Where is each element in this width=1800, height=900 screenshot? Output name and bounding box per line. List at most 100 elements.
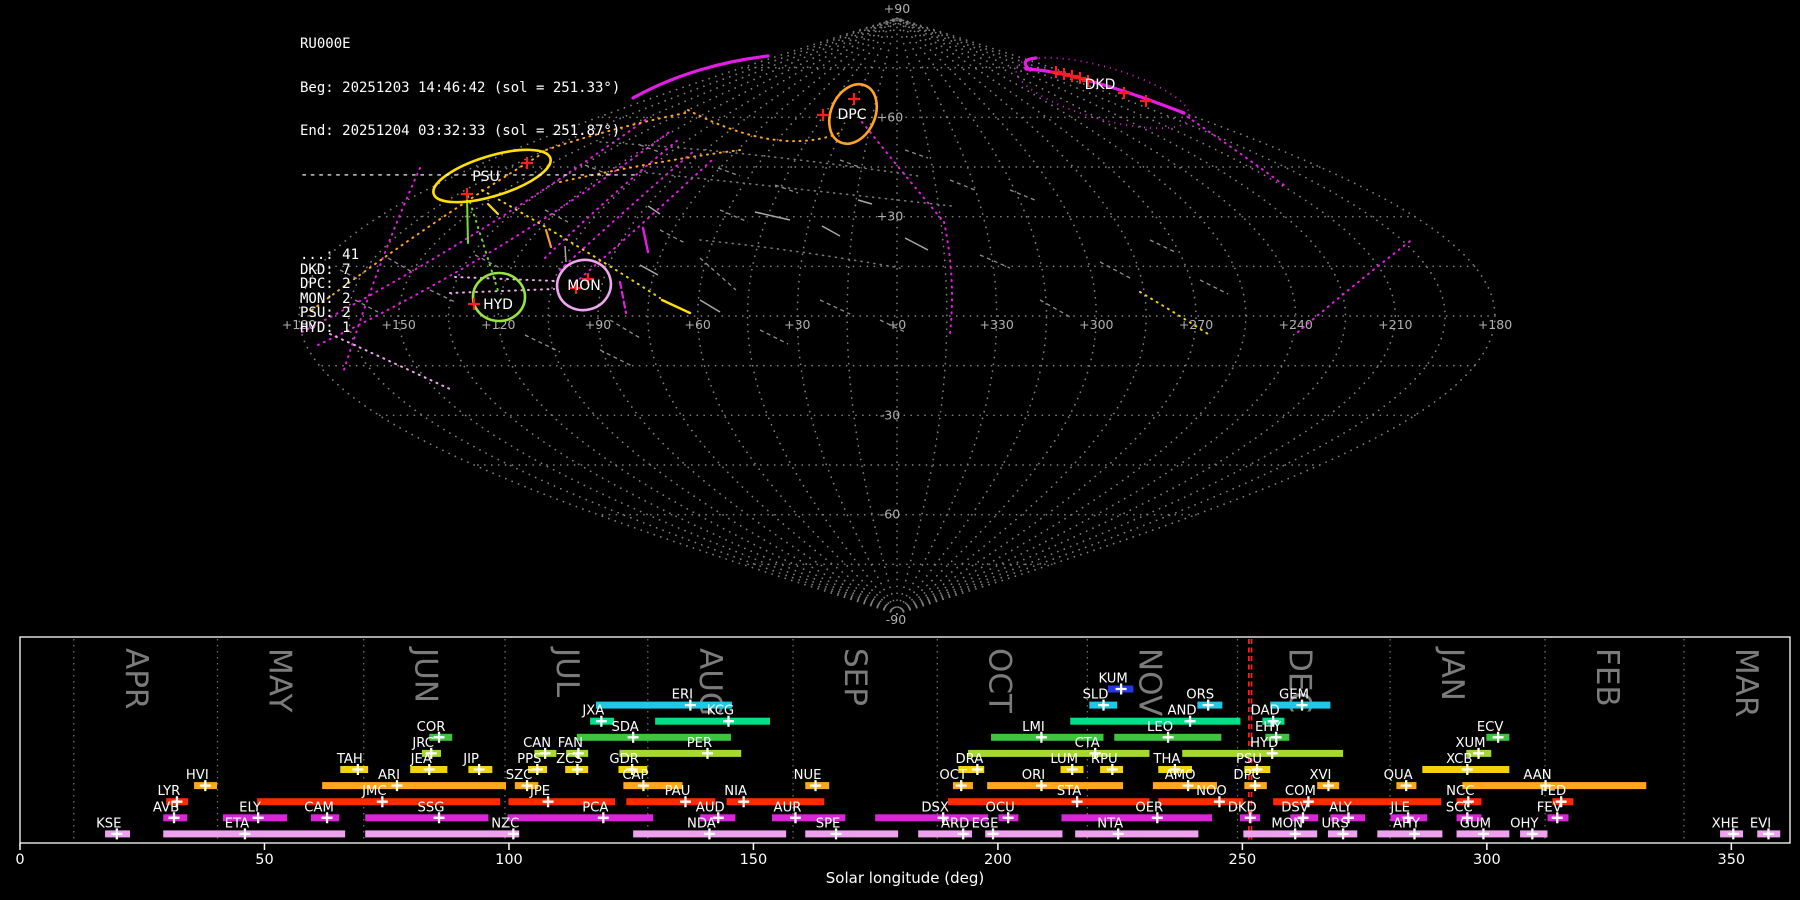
shower-code-label: JRC — [411, 736, 434, 751]
shower-code-label: DRA — [955, 752, 983, 767]
shower-code-label: DPC — [1233, 768, 1260, 783]
shower-code-label: SSG — [418, 800, 445, 815]
x-axis: 0 50 100 150 200 250 300 350 — [15, 843, 1745, 868]
shower-code-label: KSE — [96, 816, 121, 831]
shower-JIP: JIP — [462, 752, 493, 775]
shower-code-label: XVI — [1309, 768, 1331, 783]
shower-count-line: DKD: 7 — [300, 261, 351, 278]
month-label: MAR — [1728, 648, 1764, 718]
shower-code-label: URS — [1322, 816, 1349, 831]
shower-count-line: DPC: 2 — [300, 276, 351, 292]
shower-code-label: RPU — [1091, 752, 1118, 767]
svg-text:+300: +300 — [1079, 317, 1113, 332]
shower-code-label: OCU — [986, 800, 1015, 815]
shower-code-label: JXA — [581, 704, 604, 719]
radiant-label: DKD — [1085, 77, 1116, 93]
shower-code-label: GDR — [609, 752, 639, 767]
sky-map-and-timeline-canvas: +90-90+60+30-30-60+180 +150 +120 +90 +60 +30 +… — [15, 1, 1791, 868]
end-time-line: End: 20251204 03:32:33 (sol = 251.87°) — [300, 123, 621, 139]
shower-code-label: AND — [1168, 704, 1197, 719]
shower-code-label: AMO — [1165, 768, 1196, 783]
shower-code-label: LUM — [1050, 752, 1078, 767]
shower-code-label: NOO — [1196, 784, 1227, 799]
x-tick-label: 100 — [495, 852, 523, 868]
shower-DKD: DKD — [1228, 800, 1260, 824]
month-label: JAN — [1434, 646, 1470, 701]
shower-code-label: NZC — [491, 816, 519, 831]
month-label: FEB — [1589, 648, 1625, 707]
shower-code-label: SZC — [506, 768, 533, 783]
shower-code-label: CTA — [1075, 736, 1100, 751]
activity-bar — [805, 830, 899, 838]
info-panel: RU000E Beg: 20251203 14:46:42 (sol = 251… — [300, 8, 637, 364]
shower-code-label: LMI — [1022, 720, 1045, 735]
shower-code-label: CAM — [304, 800, 334, 815]
shower-code-label: QUA — [1384, 768, 1413, 783]
separator-line: ---------------------------------------- — [300, 166, 638, 183]
shower-code-label: NCC — [1446, 784, 1474, 799]
shower-code-label: SPE — [816, 816, 841, 831]
shower-code-label: AUR — [774, 800, 802, 815]
shower-AHY: AHY — [1377, 816, 1443, 840]
activity-bar — [163, 830, 346, 838]
shower-code-label: OHY — [1510, 816, 1539, 831]
meteor-radiant-cross — [817, 109, 829, 121]
shower-code-label: TAH — [336, 752, 363, 767]
shower-code-label: DAD — [1251, 704, 1280, 719]
meteor-radiant-cross — [848, 93, 860, 105]
activity-bar — [322, 782, 507, 790]
shower-code-label: ELY — [239, 800, 262, 815]
shower-code-label: PAU — [665, 784, 691, 799]
svg-text:+90: +90 — [884, 1, 910, 16]
shower-KSE: KSE — [96, 816, 131, 840]
shower-code-label: EHY — [1255, 720, 1282, 735]
shower-activity-rows: KUM ERI SLD ORS GEM JXA KCG AND DAD COR SDA LMI LEO E… — [96, 672, 1781, 840]
shower-OHY: OHY — [1510, 816, 1548, 840]
shower-count-line: HYD: 1 — [300, 319, 351, 336]
x-tick-label: 300 — [1473, 852, 1501, 868]
shower-count-line: ...: 41 — [300, 247, 360, 263]
activity-bar — [365, 814, 489, 822]
shower-NDA: NDA — [633, 816, 787, 840]
shower-code-label: AAN — [1523, 768, 1551, 783]
month-label: MAY — [262, 648, 298, 713]
shower-code-label: SCC — [1446, 800, 1473, 815]
shower-count-line: MON: 2 — [300, 290, 351, 307]
shower-code-label: FED — [1540, 784, 1566, 799]
shower-GUM: GUM — [1456, 816, 1510, 840]
begin-time-line: Beg: 20251203 14:46:42 (sol = 251.33°) — [300, 79, 621, 96]
shower-code-label: OCT — [939, 768, 968, 783]
shower-code-label: STA — [1057, 784, 1081, 799]
shower-code-label: JPE — [529, 784, 550, 799]
activity-timeline: APR MAY JUN JUL AUG SEP OCT NOV DEC JAN FEB MARKUME… — [15, 636, 1791, 868]
shower-code-label: NTA — [1097, 816, 1123, 831]
svg-text:+60: +60 — [684, 317, 710, 332]
activity-bar — [987, 782, 1124, 790]
svg-text:+180: +180 — [1478, 317, 1512, 332]
shower-HVI: HVI — [186, 768, 218, 792]
shower-code-label: FEV — [1537, 800, 1562, 815]
shower-code-label: JIP — [462, 752, 479, 767]
shower-code-label: FAN — [558, 736, 583, 751]
shower-code-label: JMC — [361, 784, 386, 799]
shower-code-label: XCB — [1446, 752, 1472, 767]
shower-code-label: MON — [1271, 816, 1303, 831]
shower-code-label: COR — [417, 720, 446, 735]
shower-code-label: EGE — [972, 816, 999, 831]
svg-text:-60: -60 — [880, 507, 900, 522]
shower-code-label: GEM — [1279, 688, 1309, 703]
shower-code-label: OER — [1135, 800, 1163, 815]
x-tick-label: 150 — [740, 852, 768, 868]
shower-code-label: LEO — [1147, 720, 1173, 735]
shower-code-label: KCG — [707, 704, 734, 719]
shower-code-label: NUE — [794, 768, 822, 783]
shower-code-label: DSX — [921, 800, 949, 815]
shower-code-label: NIA — [724, 784, 747, 799]
shower-code-label: EVI — [1750, 816, 1771, 831]
activity-bar — [948, 798, 1150, 806]
x-tick-label: 250 — [1229, 852, 1257, 868]
shower-code-label: ETA — [225, 816, 249, 831]
month-label: OCT — [981, 648, 1017, 714]
shower-code-label: HYD — [1250, 736, 1278, 751]
svg-text:-30: -30 — [880, 407, 900, 422]
